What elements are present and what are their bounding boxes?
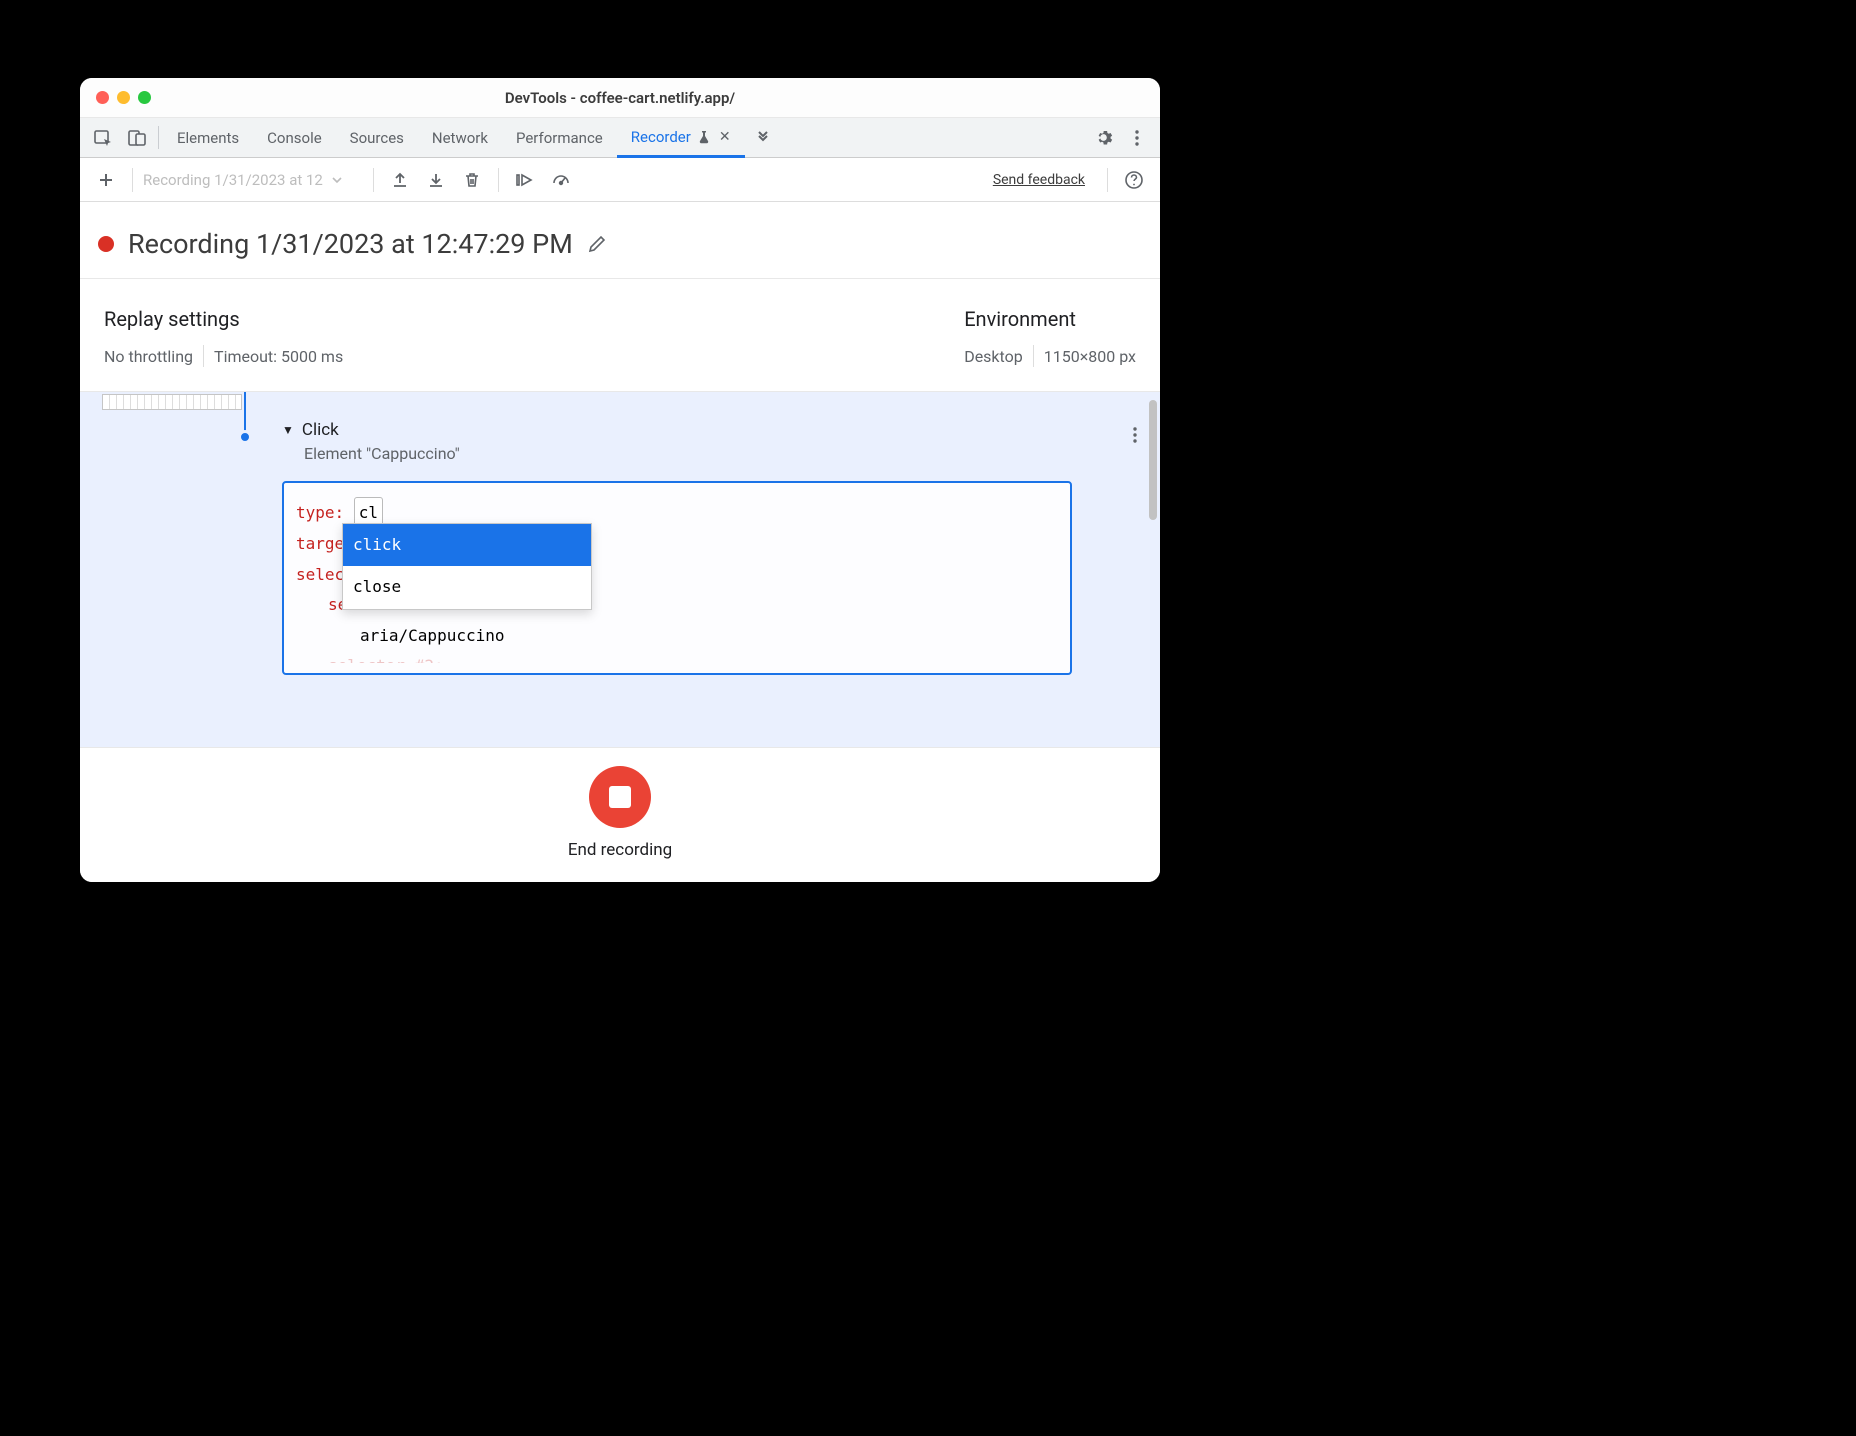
tab-label: Network xyxy=(432,129,488,147)
divider xyxy=(203,345,204,367)
tab-network[interactable]: Network xyxy=(418,118,502,157)
new-recording-button[interactable] xyxy=(90,164,122,196)
toggle-device-toolbar-icon[interactable] xyxy=(120,118,154,157)
titlebar: DevTools - coffee-cart.netlify.app/ xyxy=(80,78,1160,118)
recording-steps-area: ▼ Click Element "Cappuccino" type: cl ta… xyxy=(80,392,1160,747)
tab-elements[interactable]: Elements xyxy=(163,118,253,157)
environment-settings: Environment Desktop 1150×800 px xyxy=(964,307,1136,367)
divider xyxy=(373,168,374,192)
tab-label: Elements xyxy=(177,129,239,147)
step-more-menu-icon[interactable] xyxy=(1126,426,1144,444)
window-title: DevTools - coffee-cart.netlify.app/ xyxy=(505,89,735,107)
device-value: Desktop xyxy=(964,347,1023,366)
timeline-connector xyxy=(244,392,246,432)
recorder-footer: End recording xyxy=(80,747,1160,882)
minimize-window-button[interactable] xyxy=(117,91,130,104)
tab-recorder[interactable]: Recorder ✕ xyxy=(617,118,745,158)
send-feedback-link[interactable]: Send feedback xyxy=(993,172,1085,188)
autocomplete-popup: click close xyxy=(342,523,592,610)
export-button[interactable] xyxy=(384,164,416,196)
divider xyxy=(132,168,133,192)
autocomplete-option-click[interactable]: click xyxy=(343,524,591,566)
recorder-toolbar: Recording 1/31/2023 at 12 Send feedback xyxy=(80,158,1160,202)
replay-settings-heading: Replay settings xyxy=(104,307,343,331)
import-button[interactable] xyxy=(420,164,452,196)
recording-title: Recording 1/31/2023 at 12:47:29 PM xyxy=(128,228,573,260)
step-title: Click xyxy=(302,420,339,440)
maximize-window-button[interactable] xyxy=(138,91,151,104)
help-icon[interactable] xyxy=(1118,164,1150,196)
performance-replay-button[interactable] xyxy=(545,164,577,196)
viewport-value: 1150×800 px xyxy=(1044,347,1136,366)
step-header[interactable]: ▼ Click xyxy=(282,420,1130,440)
step-subtitle: Element "Cappuccino" xyxy=(304,444,1130,463)
recording-header: Recording 1/31/2023 at 12:47:29 PM xyxy=(80,202,1160,279)
end-recording-button[interactable] xyxy=(589,766,651,828)
tab-label: Sources xyxy=(350,129,404,147)
recording-indicator-icon xyxy=(98,236,114,252)
close-window-button[interactable] xyxy=(96,91,109,104)
tab-label: Recorder xyxy=(631,128,691,146)
divider xyxy=(498,168,499,192)
settings-icon[interactable] xyxy=(1086,118,1120,157)
recording-selector-dropdown[interactable]: Recording 1/31/2023 at 12 xyxy=(143,171,363,189)
delete-recording-button[interactable] xyxy=(456,164,488,196)
timeline-step-marker xyxy=(238,430,252,444)
screenshot-thumbnail[interactable] xyxy=(102,394,242,410)
field-key-type: type xyxy=(296,503,335,522)
flask-icon xyxy=(697,130,711,144)
step-details-editor[interactable]: type: cl target select selector #1: aria… xyxy=(282,481,1072,675)
replay-button[interactable] xyxy=(509,164,541,196)
throttling-value[interactable]: No throttling xyxy=(104,347,193,366)
kebab-menu-icon[interactable] xyxy=(1120,118,1154,157)
tab-label: Console xyxy=(267,129,322,147)
divider xyxy=(1033,345,1034,367)
dropdown-label: Recording 1/31/2023 at 12 xyxy=(143,171,323,189)
more-tabs-button[interactable] xyxy=(745,118,781,157)
step-card: ▼ Click Element "Cappuccino" type: cl ta… xyxy=(282,420,1130,675)
devtools-tabs-bar: Elements Console Sources Network Perform… xyxy=(80,118,1160,158)
selector1-value[interactable]: aria/Cappuccino xyxy=(360,626,505,645)
traffic-lights xyxy=(96,91,151,104)
tab-label: Performance xyxy=(516,129,603,147)
recording-settings: Replay settings No throttling Timeout: 5… xyxy=(80,279,1160,392)
stop-icon xyxy=(609,786,631,808)
chevron-down-icon xyxy=(331,174,343,186)
scrollbar-thumb[interactable] xyxy=(1149,400,1157,520)
end-recording-label: End recording xyxy=(568,840,672,860)
tab-sources[interactable]: Sources xyxy=(336,118,418,157)
divider xyxy=(158,126,159,149)
timeout-value[interactable]: Timeout: 5000 ms xyxy=(214,347,343,366)
close-tab-icon[interactable]: ✕ xyxy=(719,129,731,145)
devtools-window: DevTools - coffee-cart.netlify.app/ Elem… xyxy=(80,78,1160,882)
autocomplete-option-close[interactable]: close xyxy=(343,566,591,608)
divider xyxy=(1107,168,1108,192)
collapse-triangle-icon: ▼ xyxy=(282,423,294,437)
edit-title-button[interactable] xyxy=(587,234,607,254)
environment-heading: Environment xyxy=(964,307,1136,331)
inspect-element-icon[interactable] xyxy=(86,118,120,157)
field-key-selector2-partial: selector #2 xyxy=(328,656,434,663)
tab-console[interactable]: Console xyxy=(253,118,336,157)
tab-performance[interactable]: Performance xyxy=(502,118,617,157)
replay-settings: Replay settings No throttling Timeout: 5… xyxy=(104,307,343,367)
